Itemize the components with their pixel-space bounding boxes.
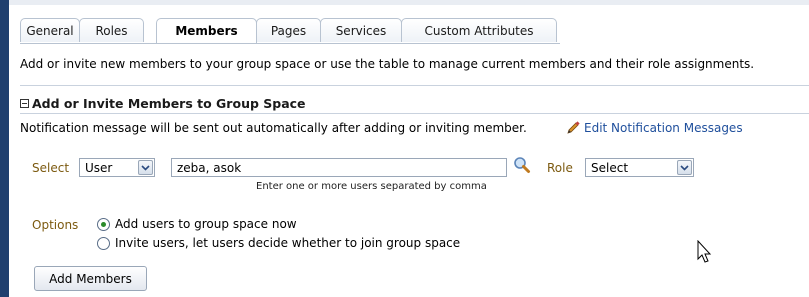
options-label: Options bbox=[32, 218, 79, 232]
pencil-icon bbox=[565, 120, 581, 136]
option-add-now-label[interactable]: Add users to group space now bbox=[115, 217, 297, 231]
chevron-down-icon[interactable] bbox=[138, 160, 153, 175]
edit-notification-link[interactable]: Edit Notification Messages bbox=[565, 120, 743, 136]
user-type-select[interactable]: User bbox=[79, 158, 155, 177]
top-border bbox=[9, 0, 809, 5]
tab-roles[interactable]: Roles bbox=[79, 18, 144, 42]
select-label: Select bbox=[32, 161, 70, 175]
option-invite-label[interactable]: Invite users, let users decide whether t… bbox=[115, 236, 460, 250]
mouse-pointer-icon bbox=[697, 239, 713, 264]
edit-notification-label[interactable]: Edit Notification Messages bbox=[584, 121, 743, 135]
tab-members[interactable]: Members bbox=[156, 18, 257, 43]
intro-text: Add or invite new members to your group … bbox=[20, 57, 755, 71]
tab-services[interactable]: Services bbox=[320, 18, 402, 42]
section-divider bbox=[20, 113, 809, 114]
tab-general[interactable]: General bbox=[20, 18, 80, 42]
section-title: Add or Invite Members to Group Space bbox=[32, 96, 306, 111]
add-members-button[interactable]: Add Members bbox=[34, 266, 147, 291]
users-input[interactable] bbox=[171, 158, 507, 177]
search-icon[interactable] bbox=[513, 156, 531, 174]
role-select[interactable]: Select bbox=[585, 158, 694, 177]
radio-add-now[interactable] bbox=[97, 218, 110, 231]
chevron-down-icon[interactable] bbox=[677, 160, 692, 175]
users-hint: Enter one or more users separated by com… bbox=[256, 181, 487, 192]
notification-text: Notification message will be sent out au… bbox=[20, 121, 527, 135]
collapse-minus-icon[interactable] bbox=[20, 99, 29, 108]
radio-invite[interactable] bbox=[97, 237, 110, 250]
tab-custom-attributes[interactable]: Custom Attributes bbox=[401, 18, 557, 42]
user-type-value: User bbox=[85, 161, 113, 175]
divider bbox=[20, 85, 809, 86]
section-header[interactable]: Add or Invite Members to Group Space bbox=[20, 95, 306, 112]
left-frame-bar bbox=[0, 0, 9, 297]
role-value: Select bbox=[591, 161, 629, 175]
tab-pages[interactable]: Pages bbox=[256, 18, 321, 42]
role-label: Role bbox=[547, 161, 573, 175]
tab-baseline bbox=[20, 43, 560, 44]
